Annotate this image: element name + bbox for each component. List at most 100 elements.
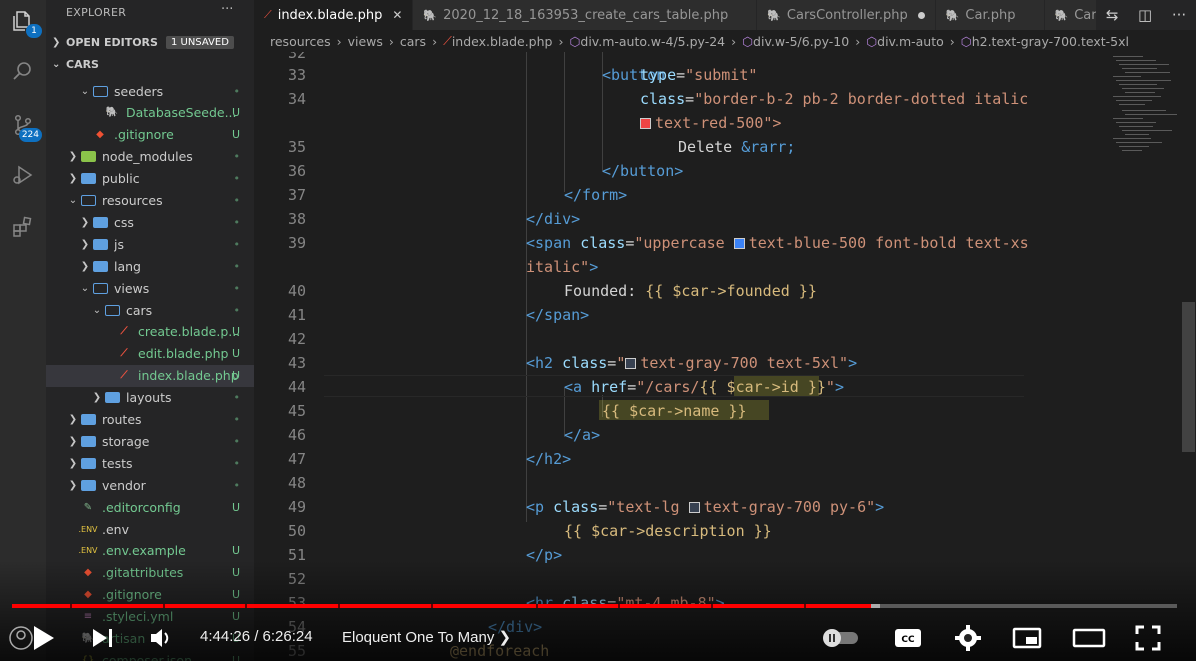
tree-item[interactable]: ❯ layouts •	[46, 387, 254, 409]
tree-item[interactable]: ❯ routes •	[46, 409, 254, 431]
env-icon: .ENV	[78, 524, 98, 534]
breadcrumb-item[interactable]: div.m-auto	[877, 34, 944, 49]
split-editor-icon[interactable]: ◫	[1138, 6, 1152, 24]
line-number: 49	[287, 498, 306, 516]
theater-mode-icon[interactable]	[1072, 622, 1106, 654]
tree-item[interactable]: 🐘 DatabaseSeede... U	[46, 102, 254, 124]
editorconfig-icon: ✎	[83, 501, 93, 513]
breadcrumb-item[interactable]: index.blade.php	[452, 34, 553, 49]
breadcrumb-item[interactable]: cars	[400, 34, 426, 49]
tree-item[interactable]: ⟋ edit.blade.php U	[46, 343, 254, 365]
node-folder-icon	[80, 150, 96, 164]
explorer-badge: 1	[26, 24, 42, 38]
breadcrumb-item[interactable]: views	[348, 34, 383, 49]
line-number: 50	[287, 522, 306, 540]
tree-item[interactable]: ◆ .gitignore U	[46, 584, 254, 606]
tab-label: 2020_12_18_163953_create_cars_table.php	[443, 7, 729, 23]
source-control-icon[interactable]: 224	[8, 110, 42, 142]
code-line-43: <h2 class=" text-gray-700 text-5xl">	[526, 354, 858, 372]
next-icon[interactable]	[90, 622, 116, 654]
volume-icon[interactable]	[148, 622, 174, 654]
project-section[interactable]: ⌄ CARS	[52, 53, 99, 75]
tab-label: CarsController.php	[786, 7, 908, 23]
open-editors-section[interactable]: ❯ OPEN EDITORS 1 UNSAVED	[52, 31, 234, 53]
git-status: •	[233, 478, 241, 492]
run-debug-icon[interactable]	[8, 160, 38, 190]
tree-item[interactable]: ❯ tests •	[46, 452, 254, 474]
close-icon[interactable]: ✕	[392, 8, 402, 22]
tree-item[interactable]: ❯ storage •	[46, 430, 254, 452]
explorer-more-button[interactable]: ···	[221, 2, 233, 17]
tree-item[interactable]: ⟋ index.blade.php U	[46, 364, 254, 387]
tree-item[interactable]: ◆ .gitignore U	[46, 124, 254, 146]
folder-icon	[80, 434, 96, 448]
autoplay-toggle[interactable]	[820, 622, 864, 654]
editor-tab[interactable]: 🐘 Car.php	[935, 0, 1045, 30]
tab-label: Car.php	[965, 7, 1016, 23]
tree-item[interactable]: ❯ js •	[46, 233, 254, 255]
chapter-marker	[338, 604, 340, 608]
tree-item[interactable]: ❯ vendor •	[46, 474, 254, 496]
git-status: U	[231, 544, 240, 558]
explorer-icon[interactable]: 1	[8, 6, 42, 38]
more-actions-icon[interactable]: ···	[1172, 6, 1186, 24]
chapter-title[interactable]: Eloquent One To Many ❯	[342, 628, 511, 646]
play-icon[interactable]	[30, 622, 56, 654]
minimap[interactable]	[1109, 52, 1181, 661]
compare-icon[interactable]: ⇆	[1106, 6, 1119, 24]
code-line-35: Delete &rarr;	[678, 138, 796, 156]
chevron-right-icon: ›	[336, 33, 342, 49]
tree-item[interactable]: ⟋ create.blade.p... U	[46, 321, 254, 343]
breadcrumb-item[interactable]: h2.text-gray-700.text-5xl	[972, 34, 1129, 49]
search-icon[interactable]	[8, 56, 38, 86]
tree-item[interactable]: ❯ public •	[46, 168, 254, 190]
symbol-element-icon: ⬡	[569, 33, 581, 49]
breadcrumb-item[interactable]: div.m-auto.w-4/5.py-24	[580, 34, 725, 49]
scrollbar-thumb[interactable]	[1182, 302, 1195, 452]
settings-gear-icon[interactable]	[954, 622, 982, 654]
extensions-icon[interactable]	[8, 212, 38, 242]
color-swatch-red	[640, 118, 651, 129]
chevron-right-icon: ❯	[80, 238, 90, 250]
color-swatch-gray-2	[688, 502, 700, 513]
minimap-line	[1122, 110, 1166, 111]
breadcrumb-item[interactable]: div.w-5/6.py-10	[753, 34, 849, 49]
code-line-37: </form>	[564, 186, 628, 204]
tree-item[interactable]: ❯ lang •	[46, 255, 254, 277]
vertical-scrollbar[interactable]	[1181, 52, 1196, 661]
tree-item[interactable]: ⌄ views •	[46, 277, 254, 299]
code-line-40: Founded: {{ $car->founded }}	[564, 282, 817, 300]
chevron-right-icon: ❯	[80, 260, 90, 272]
editor-actions: ⇆ ◫ ···	[1096, 0, 1196, 30]
tree-item[interactable]: ⌄ seeders •	[46, 80, 254, 102]
tree-item[interactable]: .ENV .env	[46, 518, 254, 540]
editor-tab[interactable]: ⟋ index.blade.php ✕	[254, 0, 414, 30]
tree-item[interactable]: .ENV .env.example U	[46, 540, 254, 562]
minimap-line	[1122, 88, 1164, 89]
fullscreen-icon[interactable]	[1134, 622, 1162, 654]
tree-item-label: storage	[102, 433, 150, 449]
tree-item[interactable]: ◆ .gitattributes U	[46, 562, 254, 584]
chevron-right-icon: ›	[731, 33, 737, 49]
breadcrumb-item[interactable]: resources	[270, 34, 331, 49]
git-status: U	[231, 610, 240, 624]
chevron-right-icon: ❯	[52, 36, 61, 48]
tree-item[interactable]: ❯ css •	[46, 211, 254, 233]
line-number: 48	[287, 474, 306, 492]
tree-item[interactable]: ⌄ cars •	[46, 299, 254, 321]
subtitles-icon[interactable]: CC	[893, 622, 923, 654]
git-status: •	[233, 84, 241, 98]
tree-item[interactable]: ❯ node_modules •	[46, 146, 254, 168]
code-editor[interactable]: 32 33 34 35 36 37 38 39 40 41 42 43 44 45 46 47 48 49 50 51…	[254, 52, 1109, 661]
git-icon: ◆	[96, 129, 104, 141]
line-number: 41	[287, 306, 306, 324]
line-number: 42	[287, 330, 306, 348]
color-swatch-blue	[733, 238, 745, 249]
editor-tab[interactable]: 🐘 2020_12_18_163953_create_cars_table.php	[413, 0, 758, 30]
tree-item[interactable]: ⌄ resources •	[46, 190, 254, 212]
git-status: •	[233, 215, 241, 229]
miniplayer-icon[interactable]	[1012, 622, 1042, 654]
minimap-line	[1119, 146, 1149, 147]
tree-item[interactable]: ✎ .editorconfig U	[46, 496, 254, 518]
editor-tab[interactable]: 🐘 CarsController.php	[757, 0, 936, 30]
